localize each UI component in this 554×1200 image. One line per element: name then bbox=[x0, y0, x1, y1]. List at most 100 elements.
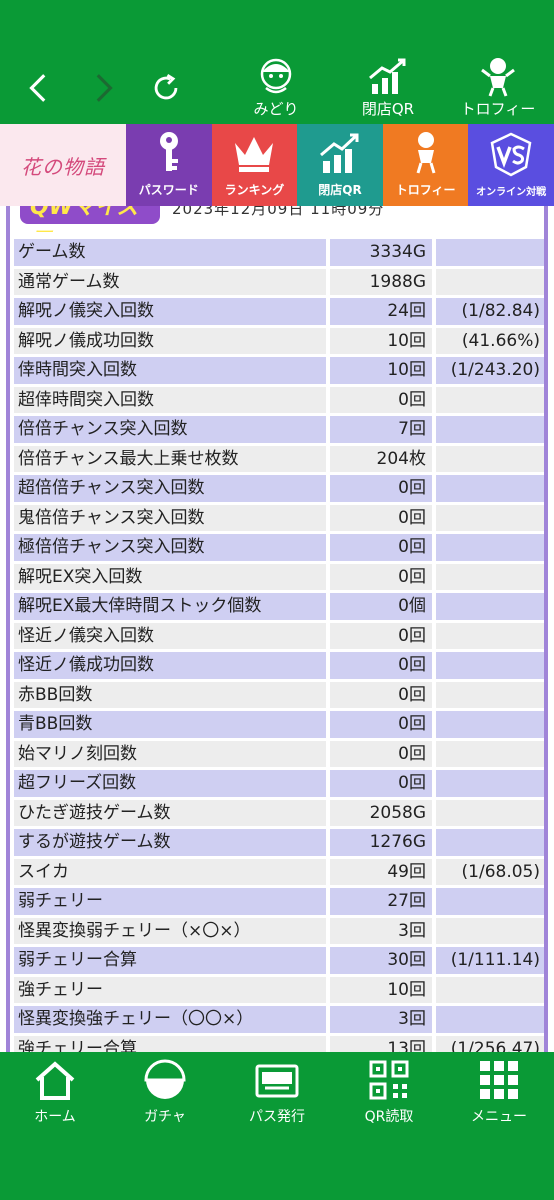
play-date: 2023年12月09日 11時09分 bbox=[172, 206, 385, 218]
menu-tile-trophy[interactable]: トロフィー bbox=[382, 124, 469, 206]
stat-value: 0回 bbox=[326, 475, 432, 502]
stat-rate bbox=[432, 888, 544, 915]
stat-name: 通常ゲーム数 bbox=[14, 268, 326, 295]
stat-name: 超倖時間突入回数 bbox=[14, 386, 326, 413]
bottom-nav-qr-scan[interactable]: QR読取 bbox=[334, 1058, 444, 1138]
stat-name: スイカ bbox=[14, 858, 326, 885]
reload-button[interactable] bbox=[142, 62, 190, 114]
stat-name: 倍倍チャンス突入回数 bbox=[14, 416, 326, 443]
table-row: 鬼倍倍チャンス突入回数 0回 bbox=[14, 504, 544, 531]
stat-rate: (1/243.20) bbox=[432, 357, 544, 384]
stat-name: 解呪ノ儀成功回数 bbox=[14, 327, 326, 354]
table-row: 強チェリー合算 13回 (1/256.47) bbox=[14, 1035, 544, 1052]
stat-value: 0回 bbox=[326, 622, 432, 649]
stat-value: 3回 bbox=[326, 1006, 432, 1033]
stat-name: ひたぎ遊技ゲーム数 bbox=[14, 799, 326, 826]
stat-value: 7回 bbox=[326, 416, 432, 443]
table-row: 超倖時間突入回数 0回 bbox=[14, 386, 544, 413]
stat-rate bbox=[432, 652, 544, 679]
stat-name: 弱チェリー bbox=[14, 888, 326, 915]
table-row: 超倍倍チャンス突入回数 0回 bbox=[14, 475, 544, 502]
stat-value: 10回 bbox=[326, 327, 432, 354]
gacha-ball-icon bbox=[144, 1059, 186, 1099]
bottom-nav-label: ガチャ bbox=[144, 1109, 186, 1125]
table-row: 赤BB回数 0回 bbox=[14, 681, 544, 708]
table-row: 倖時間突入回数 10回 (1/243.20) bbox=[14, 357, 544, 384]
table-row: 解呪ノ儀突入回数 24回 (1/82.84) bbox=[14, 298, 544, 325]
table-row: 怪異変換弱チェリー（×〇×） 3回 bbox=[14, 917, 544, 944]
stat-rate bbox=[432, 917, 544, 944]
stat-name: 怪異変換強チェリー（〇〇×） bbox=[14, 1006, 326, 1033]
bottom-nav-home[interactable]: ホーム bbox=[0, 1058, 110, 1138]
table-row: 始マリノ刻回数 0回 bbox=[14, 740, 544, 767]
forward-button[interactable] bbox=[78, 62, 126, 114]
reload-icon bbox=[154, 74, 178, 100]
stat-value: 24回 bbox=[326, 298, 432, 325]
stat-name: 解呪EX突入回数 bbox=[14, 563, 326, 590]
stat-rate bbox=[432, 593, 544, 620]
bottom-nav-gacha[interactable]: ガチャ bbox=[110, 1058, 220, 1138]
menu-tile-label: 閉店QR bbox=[318, 183, 362, 197]
stat-value: 27回 bbox=[326, 888, 432, 915]
stat-value: 10回 bbox=[326, 357, 432, 384]
bottom-nav-menu[interactable]: メニュー bbox=[444, 1058, 554, 1138]
stat-rate bbox=[432, 976, 544, 1003]
menu-tile-password[interactable]: パスワード bbox=[126, 124, 212, 206]
stat-name: 倖時間突入回数 bbox=[14, 357, 326, 384]
stat-value: 0回 bbox=[326, 504, 432, 531]
push-ticket-icon bbox=[255, 1064, 299, 1098]
table-row: 怪近ノ儀成功回数 0回 bbox=[14, 652, 544, 679]
table-row: ゲーム数 3334G bbox=[14, 239, 544, 266]
trophy-figure-icon bbox=[481, 58, 515, 97]
stat-value: 0回 bbox=[326, 534, 432, 561]
top-link-midori[interactable]: みどり bbox=[226, 54, 326, 120]
chart-up-icon bbox=[369, 58, 406, 94]
stat-rate: (41.66%) bbox=[432, 327, 544, 354]
character-icon bbox=[260, 58, 292, 94]
top-link-closing-qr[interactable]: 閉店QR bbox=[338, 54, 438, 120]
stat-value: 3334G bbox=[326, 239, 432, 266]
stat-rate bbox=[432, 386, 544, 413]
stat-rate bbox=[432, 563, 544, 590]
bottom-nav-label: パス発行 bbox=[249, 1109, 305, 1125]
menu-tile-label: ランキング bbox=[224, 183, 285, 197]
stat-rate bbox=[432, 740, 544, 767]
stat-name: 怪近ノ儀突入回数 bbox=[14, 622, 326, 649]
top-link-trophy[interactable]: トロフィー bbox=[448, 54, 548, 120]
stat-value: 1988G bbox=[326, 268, 432, 295]
chevron-left-icon bbox=[29, 74, 46, 102]
stat-name: 超フリーズ回数 bbox=[14, 770, 326, 797]
bottom-nav-label: QR読取 bbox=[364, 1109, 414, 1125]
key-icon bbox=[159, 132, 178, 171]
data-panel[interactable]: QWマイスロ 2023年12月09日 11時09分 ゲーム数3334G通常ゲーム… bbox=[0, 206, 554, 1052]
stat-value: 49回 bbox=[326, 858, 432, 885]
bottom-nav-bar: ホーム ガチャ パス発行 QR読取 メニュー bbox=[0, 1052, 554, 1200]
stat-name: 青BB回数 bbox=[14, 711, 326, 738]
menu-tile-ranking[interactable]: ランキング bbox=[211, 124, 298, 206]
stat-value: 0回 bbox=[326, 563, 432, 590]
stat-value: 0回 bbox=[326, 681, 432, 708]
back-button[interactable] bbox=[16, 62, 64, 114]
stat-rate bbox=[432, 445, 544, 472]
table-row: 倍倍チャンス突入回数 7回 bbox=[14, 416, 544, 443]
stat-name: 怪近ノ儀成功回数 bbox=[14, 652, 326, 679]
chevron-right-icon bbox=[96, 74, 113, 102]
stat-rate bbox=[432, 829, 544, 856]
stat-rate bbox=[432, 475, 544, 502]
stat-name: 超倍倍チャンス突入回数 bbox=[14, 475, 326, 502]
stat-value: 3回 bbox=[326, 917, 432, 944]
game-logo-tile[interactable]: 花の物語 bbox=[0, 124, 126, 206]
table-row: 怪近ノ儀突入回数 0回 bbox=[14, 622, 544, 649]
stat-value: 0回 bbox=[326, 652, 432, 679]
table-row: 弱チェリー 27回 bbox=[14, 888, 544, 915]
menu-tile-closing-qr[interactable]: 閉店QR bbox=[297, 124, 383, 206]
bottom-nav-pass-issue[interactable]: パス発行 bbox=[222, 1058, 332, 1138]
table-row: 解呪ノ儀成功回数 10回 (41.66%) bbox=[14, 327, 544, 354]
top-link-label: みどり bbox=[253, 100, 299, 118]
menu-tile-online-battle[interactable]: オンライン対戦 bbox=[468, 124, 554, 206]
stat-rate: (1/68.05) bbox=[432, 858, 544, 885]
panel-header: QWマイスロ 2023年12月09日 11時09分 bbox=[14, 206, 544, 232]
top-link-label: 閉店QR bbox=[361, 100, 415, 118]
stat-value: 10回 bbox=[326, 976, 432, 1003]
stats-table: ゲーム数 3334G 通常ゲーム数 1988G 解呪ノ儀突入回数 24回 (1/82.84)… bbox=[14, 236, 544, 1052]
